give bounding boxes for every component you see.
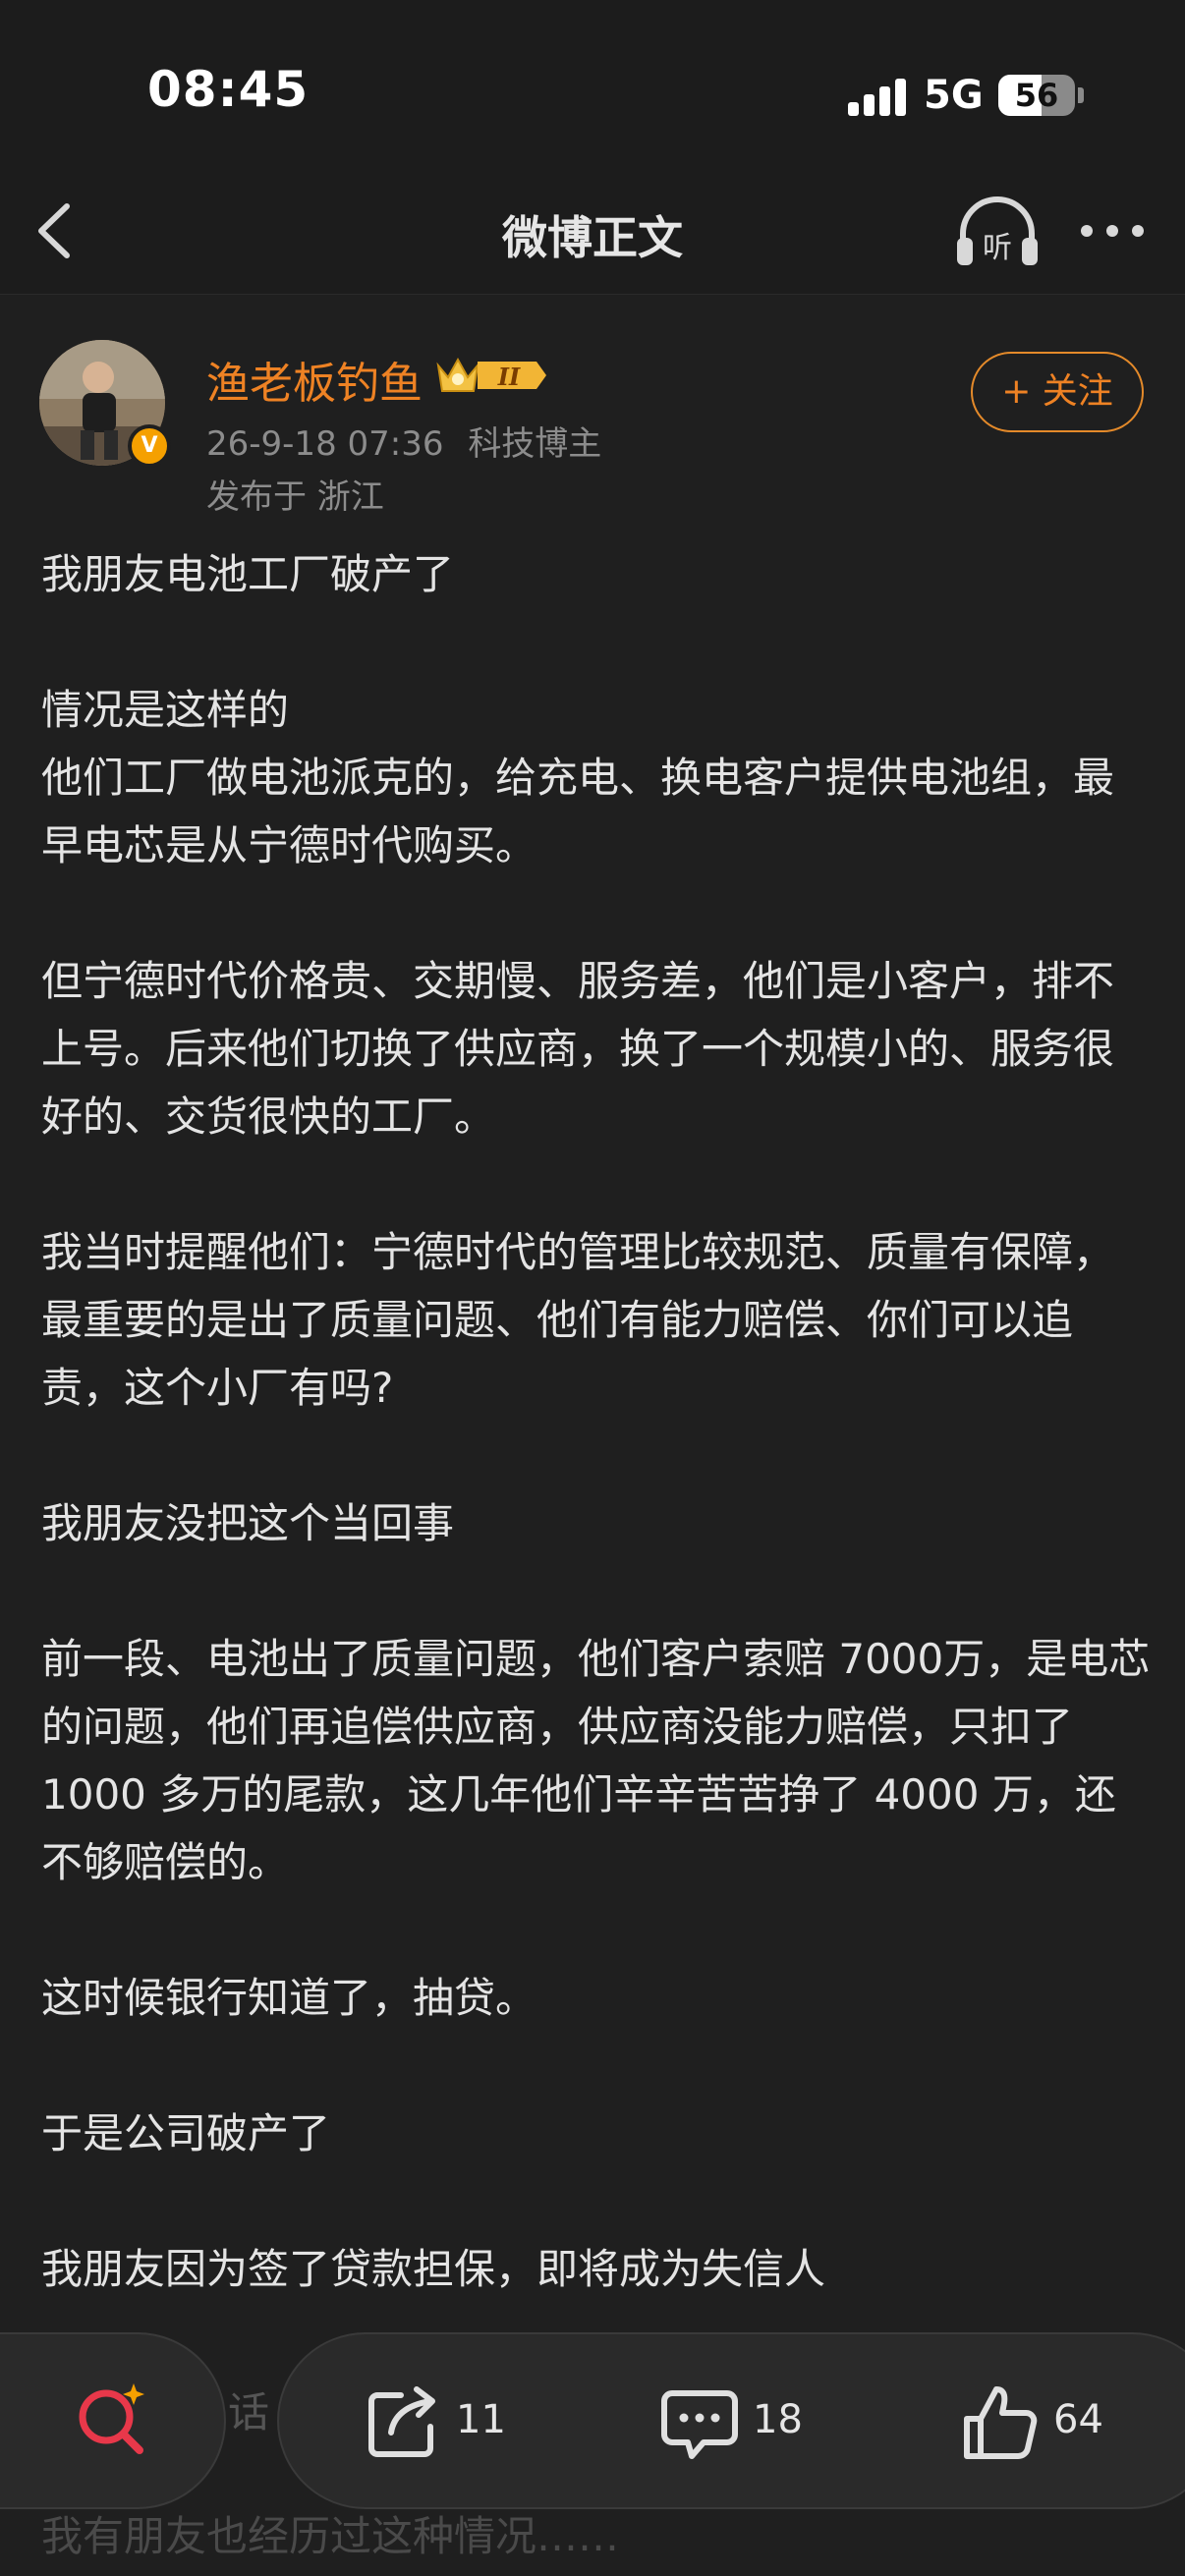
repost-button[interactable]: 11 — [362, 2381, 519, 2464]
post-paragraph: 我朋友因为签了贷款担保，即将成为失信人 — [41, 2245, 826, 2293]
comment-button[interactable]: 18 — [658, 2381, 816, 2464]
nav-bar: 微博正文 听 — [0, 167, 1185, 295]
status-time: 08:45 — [147, 61, 310, 118]
level-badge-text: II — [497, 363, 521, 391]
repost-icon — [368, 2386, 435, 2457]
comment-icon — [661, 2390, 738, 2459]
comment-count: 18 — [753, 2397, 803, 2442]
screen: 08:45 5G 56 微博正文 听 V 渔老板钓鱼 II 26-9-18 07… — [0, 0, 1185, 2576]
battery-icon: 56 — [998, 75, 1075, 116]
post-paragraph: 这时候银行知道了，抽贷。 — [41, 1974, 537, 2022]
level-badge-icon: II — [434, 352, 550, 399]
post-location: 发布于 浙江 — [206, 477, 384, 517]
more-button[interactable] — [1073, 206, 1152, 255]
like-count: 64 — [1053, 2397, 1103, 2442]
post-paragraph: 我朋友没把这个当回事 — [41, 1499, 455, 1547]
comment-hint[interactable]: 话 — [228, 2380, 269, 2439]
repost-count: 11 — [456, 2397, 506, 2442]
headphones-icon: 听 — [957, 196, 1038, 265]
like-button[interactable]: 64 — [959, 2381, 1116, 2464]
post-body: 我朋友电池工厂破产了情况是这样的 他们工厂做电池派克的，给充电、换电客户提供电池… — [41, 540, 1152, 2371]
battery-tip — [1078, 87, 1084, 103]
search-icon[interactable] — [71, 2378, 153, 2460]
listen-button[interactable]: 听 — [953, 195, 1042, 269]
post-paragraph: 但宁德时代价格贵、交期慢、服务差，他们是小客户，排不上号。后来他们切换了供应商，… — [41, 957, 1115, 1141]
post-paragraph: 前一段、电池出了质量问题，他们客户索赔 7000万，是电芯的问题，他们再追偿供应… — [41, 1635, 1151, 1886]
more-dots-icon — [1081, 225, 1144, 237]
post-time: 26-9-18 07:36 — [206, 424, 444, 464]
post-paragraph: 我当时提醒他们：宁德时代的管理比较规范、质量有保障，最重要的是出了质量问题、他们… — [41, 1228, 1115, 1412]
signal-icon — [848, 77, 907, 116]
post-paragraph: 情况是这样的 他们工厂做电池派克的，给充电、换电客户提供电池组，最早电芯是从宁德… — [41, 686, 1115, 869]
thumbs-up-icon — [964, 2386, 1038, 2459]
status-bar: 08:45 5G 56 — [0, 0, 1185, 167]
listen-label: 听 — [983, 231, 1012, 265]
follow-button[interactable]: + 关注 — [971, 352, 1144, 432]
battery-percent: 56 — [1014, 77, 1059, 114]
network-label: 5G — [924, 73, 984, 118]
faded-comment-text: 我有朋友也经历过这种情况…… — [41, 2512, 620, 2560]
post-paragraph: 我朋友电池工厂破产了 — [41, 550, 455, 598]
author-name[interactable]: 渔老板钓鱼 — [206, 348, 423, 411]
post-paragraph: 于是公司破产了 — [41, 2109, 331, 2157]
verified-badge: V — [128, 424, 171, 468]
author-category: 科技博主 — [468, 424, 602, 464]
post-meta: 26-9-18 07:36 科技博主 — [206, 417, 615, 465]
